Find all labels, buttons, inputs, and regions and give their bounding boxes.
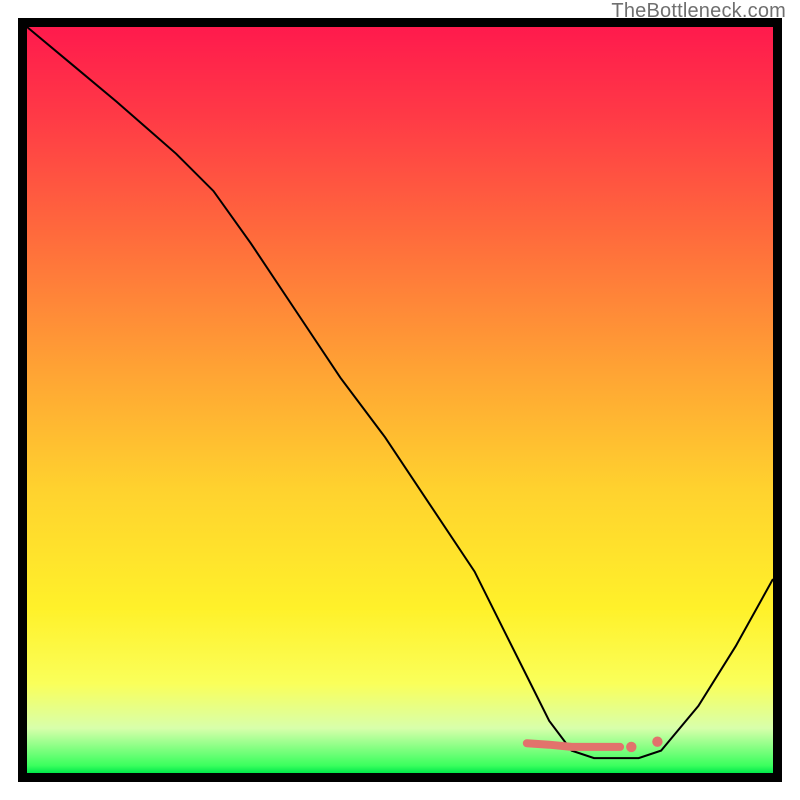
bottleneck-curve-line bbox=[27, 27, 773, 758]
highlight-segment bbox=[527, 743, 620, 747]
highlight-dot-b bbox=[652, 737, 662, 747]
plot-area bbox=[27, 27, 773, 773]
chart-svg bbox=[27, 27, 773, 773]
highlight-dot-a bbox=[626, 742, 636, 752]
chart-frame bbox=[18, 18, 782, 782]
